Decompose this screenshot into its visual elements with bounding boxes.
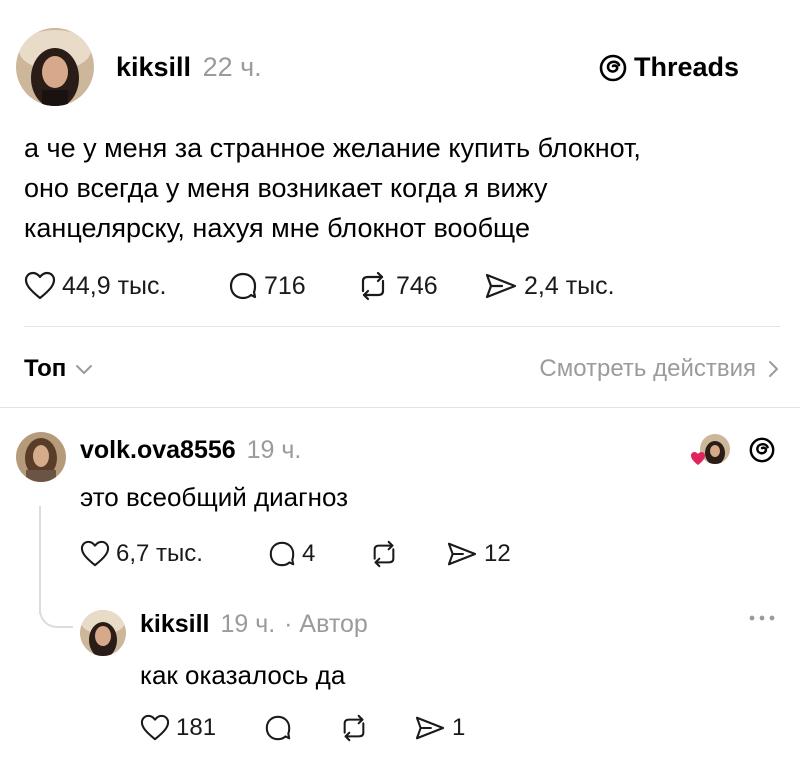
reply2-author-tag: · Автор — [284, 610, 368, 638]
threads-reply-icon[interactable] — [748, 436, 776, 464]
reply1-text: это всеобщий диагноз — [80, 482, 349, 512]
heart-icon — [24, 271, 56, 300]
post-repost-button[interactable]: 746 — [356, 271, 438, 301]
reply1-comment-button[interactable]: 4 — [268, 540, 315, 568]
reply1-like-count: 6,7 тыс. — [116, 540, 203, 567]
more-horizontal-icon — [749, 615, 775, 621]
threads-icon — [599, 54, 627, 81]
reply1-repost-button[interactable] — [368, 540, 406, 568]
repost-icon — [373, 540, 395, 568]
reply1-thread-line — [39, 506, 41, 614]
chevron-down-icon — [76, 365, 93, 374]
post-repost-count: 746 — [396, 271, 438, 300]
threads-brand: Threads — [598, 52, 739, 83]
reply1-share-button[interactable]: 12 — [446, 540, 511, 568]
post-author-line: kiksill 22 ч. — [116, 52, 262, 83]
post-username[interactable]: kiksill — [116, 52, 191, 82]
heart-icon — [80, 540, 110, 567]
view-activity-label: Смотреть действия — [539, 355, 756, 382]
post-like-count: 44,9 тыс. — [62, 271, 167, 300]
chevron-right-icon — [769, 361, 778, 377]
filter-divider — [0, 407, 800, 408]
post-timestamp: 22 ч. — [202, 52, 262, 82]
threads-brand-name: Threads — [634, 52, 740, 82]
reply1-share-count: 12 — [484, 540, 511, 567]
post-like-button[interactable]: 44,9 тыс. — [24, 271, 166, 301]
send-icon — [447, 542, 477, 566]
send-icon — [485, 273, 517, 299]
reply2-username[interactable]: kiksill — [140, 610, 210, 638]
reply1-thread-curve — [39, 600, 73, 628]
sort-dropdown[interactable]: Топ — [24, 355, 94, 383]
reply2-avatar[interactable] — [80, 610, 126, 656]
reply2-comment-button[interactable] — [264, 714, 298, 742]
reply1-like-button[interactable]: 6,7 тыс. — [80, 540, 203, 568]
author-liked-badge — [690, 434, 734, 470]
post-author-avatar[interactable] — [16, 28, 94, 106]
reply1-avatar[interactable] — [16, 432, 66, 482]
heart-icon — [140, 714, 170, 741]
comment-icon — [269, 541, 295, 567]
comment-icon — [229, 272, 257, 300]
reply2-repost-button[interactable] — [338, 714, 376, 742]
reply1-comment-count: 4 — [302, 540, 316, 567]
repost-icon — [343, 714, 365, 742]
reply2-share-count: 1 — [452, 714, 466, 741]
view-activity-link[interactable]: Смотреть действия — [539, 355, 780, 383]
post-share-count: 2,4 тыс. — [524, 271, 615, 300]
reply2-timestamp: 19 ч. — [220, 610, 276, 638]
liked-heart-icon — [691, 452, 705, 465]
sort-label: Топ — [24, 355, 67, 382]
reply1-timestamp: 19 ч. — [246, 436, 302, 464]
post-divider — [24, 326, 780, 327]
post-comment-count: 716 — [264, 271, 306, 300]
send-icon — [415, 716, 445, 740]
reply2-text: как оказалось да — [140, 660, 346, 690]
comment-icon — [265, 715, 291, 741]
reply2-share-button[interactable]: 1 — [414, 714, 465, 742]
repost-icon — [361, 271, 385, 301]
reply1-username[interactable]: volk.ova8556 — [80, 436, 236, 464]
reply2-author-line: kiksill 19 ч. · Автор — [140, 610, 368, 639]
reply2-like-button[interactable]: 181 — [140, 714, 216, 742]
more-options-button[interactable] — [744, 608, 780, 628]
reply2-like-count: 181 — [176, 714, 217, 741]
post-share-button[interactable]: 2,4 тыс. — [484, 271, 615, 301]
post-comment-button[interactable]: 716 — [228, 271, 306, 301]
reply1-author-line: volk.ova8556 19 ч. — [80, 436, 301, 465]
post-text: а че у меня за странное желание купить б… — [24, 133, 641, 243]
